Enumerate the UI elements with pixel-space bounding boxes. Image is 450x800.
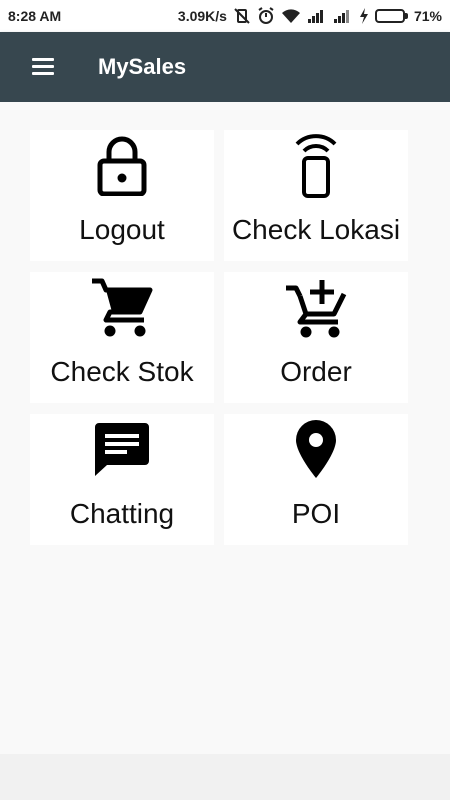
check-stok-tile[interactable]: Check Stok: [30, 272, 214, 403]
phone-signal-icon: [281, 130, 351, 200]
order-tile[interactable]: Order: [224, 272, 408, 403]
tile-label: Chatting: [69, 498, 175, 529]
chatting-tile[interactable]: Chatting: [30, 414, 214, 545]
logout-tile[interactable]: Logout: [30, 130, 214, 261]
alarm-icon: [257, 7, 275, 25]
chat-icon: [87, 414, 157, 484]
app-title: MySales: [98, 54, 187, 79]
add-cart-icon: [281, 272, 351, 342]
map-pin-icon: [281, 414, 351, 484]
network-speed: 3.09K/s: [177, 8, 227, 24]
check-lokasi-tile[interactable]: Check Lokasi: [224, 130, 408, 261]
status-time: 8:28 AM: [8, 8, 62, 24]
battery-icon: [374, 9, 408, 23]
tile-label: POI: [291, 498, 341, 529]
tile-label: Check Stok: [50, 356, 194, 387]
status-icons: 3.09K/s 71%: [178, 7, 442, 25]
lock-icon: [87, 130, 157, 200]
status-bar: 8:28 AM 3.09K/s 71%: [0, 0, 450, 32]
signal-icon: [333, 8, 353, 24]
tile-label: Logout: [79, 214, 165, 245]
tile-label: Order: [280, 356, 352, 387]
charging-icon: [359, 8, 369, 24]
wifi-icon: [281, 8, 301, 24]
poi-tile[interactable]: POI: [224, 414, 408, 545]
app-bar: MySales: [0, 32, 450, 102]
bottom-area: [0, 754, 450, 800]
menu-grid: Logout Check Lokasi Check Stok Order Cha…: [0, 102, 450, 754]
shopping-cart-icon: [87, 272, 157, 342]
vibrate-off-icon: [233, 7, 251, 25]
signal-icon: [307, 8, 327, 24]
tile-label: Check Lokasi: [231, 214, 401, 245]
battery-percent: 71%: [413, 8, 442, 24]
hamburger-menu-icon[interactable]: [32, 58, 56, 76]
